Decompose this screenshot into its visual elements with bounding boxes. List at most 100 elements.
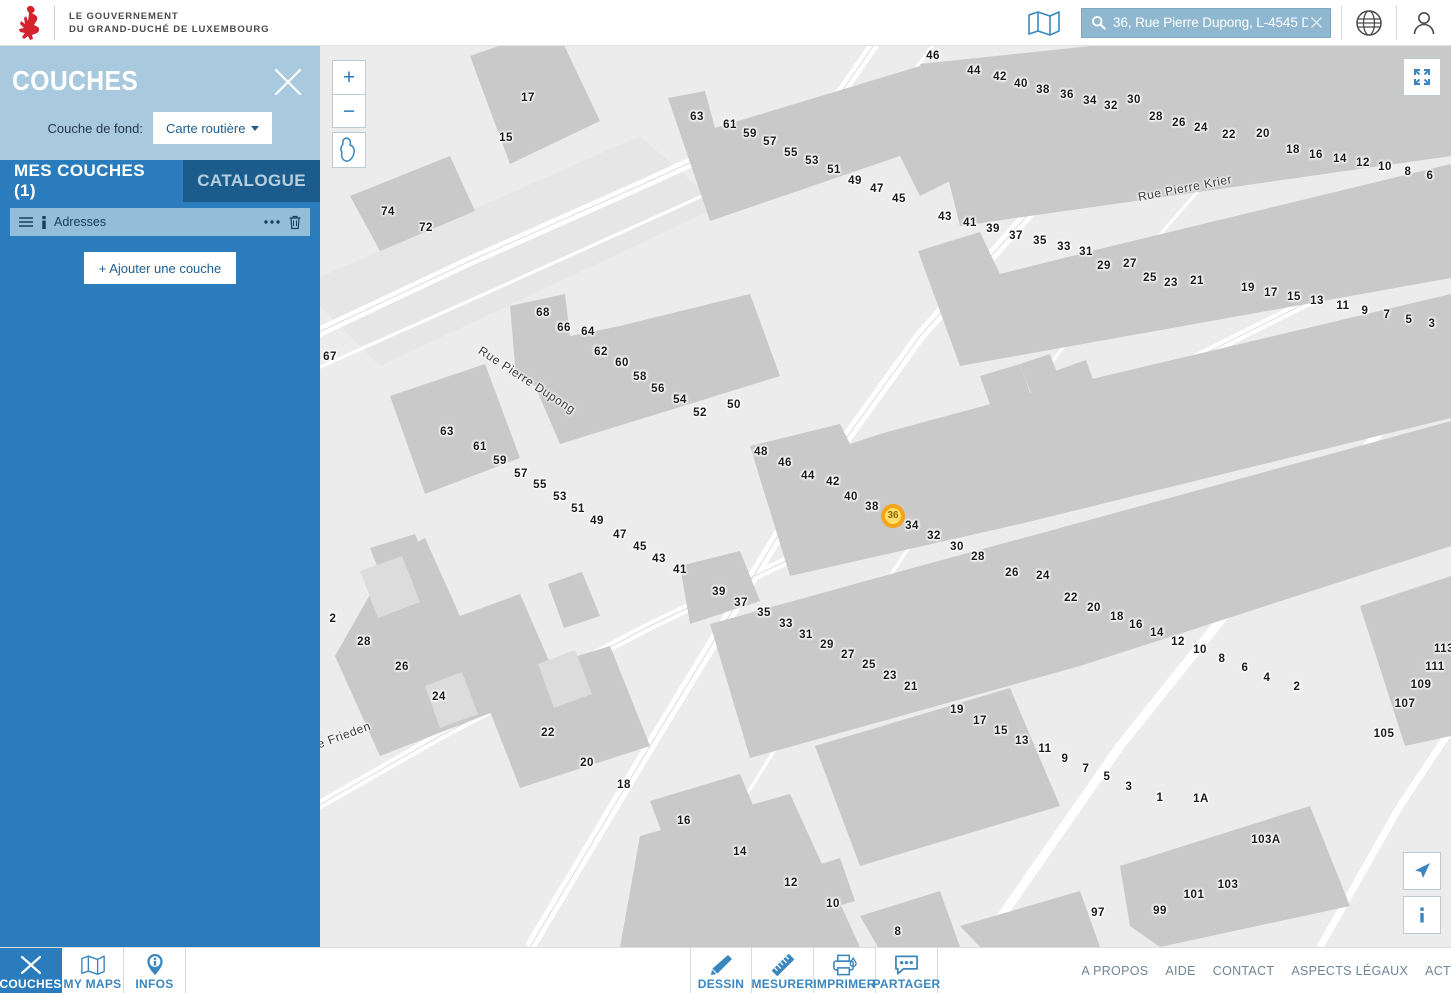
address-number-label: 39	[986, 223, 1000, 235]
app-header: LE GOUVERNEMENT DU GRAND-DUCHÉ DE LUXEMB…	[0, 0, 1451, 46]
gov-wordmark: LE GOUVERNEMENT DU GRAND-DUCHÉ DE LUXEMB…	[69, 10, 269, 36]
address-number-label: 17	[973, 715, 987, 727]
footer-link[interactable]: ASPECTS LÉGAUX	[1291, 964, 1408, 978]
background-layer-select[interactable]: Carte routière	[153, 112, 272, 144]
address-number-label: 29	[820, 639, 834, 651]
address-number-label: 21	[904, 681, 918, 693]
zoom-in-label: +	[343, 67, 355, 88]
language-button[interactable]	[1342, 0, 1396, 46]
address-number-label: 63	[440, 426, 454, 438]
address-number-label: 43	[938, 211, 952, 223]
map-info-button[interactable]	[1403, 896, 1441, 934]
address-number-label: 10	[826, 898, 840, 910]
address-number-label: 111	[1425, 661, 1444, 673]
footer-button-imprimer[interactable]: IMPRIMER	[814, 948, 876, 993]
address-number-label: 6	[1427, 170, 1434, 182]
tab-mes-couches[interactable]: MES COUCHES (1)	[0, 160, 183, 202]
address-number-label: 105	[1374, 728, 1395, 740]
address-number-label: 16	[677, 815, 691, 827]
zoom-out-label: −	[343, 101, 355, 122]
background-layer-label: Couche de fond:	[48, 121, 143, 136]
address-number-label: 55	[533, 479, 547, 491]
ellipsis-icon[interactable]	[263, 219, 281, 225]
address-number-label: 22	[541, 727, 555, 739]
address-number-label: 8	[1219, 653, 1226, 665]
search-input[interactable]	[1113, 9, 1308, 37]
address-number-label: 9	[1062, 753, 1069, 765]
background-layer-value: Carte routière	[166, 121, 245, 136]
layers-tabs: MES COUCHES (1) CATALOGUE	[0, 160, 320, 202]
footer-button-dessin[interactable]: DESSIN	[690, 948, 752, 993]
globe-icon	[1354, 8, 1384, 38]
address-number-label: 2	[1294, 681, 1301, 693]
address-number-label: 51	[827, 164, 841, 176]
address-number-label: 52	[693, 407, 707, 419]
footer-button-infos[interactable]: INFOS	[124, 948, 186, 993]
fullscreen-button[interactable]	[1403, 58, 1441, 96]
footer-link[interactable]: CONTACT	[1213, 964, 1275, 978]
address-number-label: 63	[690, 111, 704, 123]
map-canvas[interactable]: Rue Pierre KrierRue Pierre Duponge Fried…	[320, 46, 1451, 947]
footer-button-my-maps[interactable]: MY MAPS	[62, 948, 124, 993]
ruler-icon	[771, 954, 795, 976]
add-layer-button[interactable]: + Ajouter une couche	[84, 252, 237, 284]
geolocate-button[interactable]	[1403, 852, 1441, 890]
trash-icon[interactable]	[288, 215, 302, 230]
address-number-label: 42	[826, 476, 840, 488]
address-number-label: 1A	[1193, 793, 1209, 805]
page-title: COUCHES	[12, 65, 138, 97]
address-number-label: 8	[1405, 166, 1412, 178]
user-icon	[1409, 8, 1439, 38]
layers-panel: COUCHES Couche de fond: Carte routière M…	[0, 46, 320, 947]
address-number-label: 44	[967, 65, 981, 77]
my-maps-header-button[interactable]	[1017, 0, 1071, 46]
address-number-label: 17	[521, 92, 535, 104]
address-number-label: 22	[1064, 592, 1078, 604]
zoom-to-luxembourg-button[interactable]	[332, 132, 366, 168]
address-number-label: 61	[473, 441, 487, 453]
address-number-label: 46	[778, 457, 792, 469]
address-number-label: 37	[734, 597, 748, 609]
address-number-label: 5	[1104, 771, 1111, 783]
close-panel-button[interactable]	[272, 66, 304, 103]
footer-link[interactable]: ACT	[1425, 964, 1451, 978]
selected-address-marker[interactable]: 36	[881, 504, 905, 528]
footer-button-couches[interactable]: COUCHES	[0, 948, 62, 993]
address-number-label: 42	[993, 71, 1007, 83]
address-number-label: 23	[883, 670, 897, 682]
account-button[interactable]	[1397, 0, 1451, 46]
info-icon	[1412, 905, 1432, 925]
address-number-label: 107	[1395, 698, 1416, 710]
address-number-label: 27	[1123, 258, 1137, 270]
address-number-label: 68	[536, 307, 550, 319]
footer-link[interactable]: AIDE	[1165, 964, 1195, 978]
footer-button-mesurer[interactable]: MESURER	[752, 948, 814, 993]
selected-address-label: 36	[887, 511, 898, 521]
chevron-down-icon	[251, 126, 259, 131]
address-number-label: 38	[1036, 84, 1050, 96]
close-icon[interactable]	[1308, 16, 1330, 29]
address-number-label: 18	[1286, 144, 1300, 156]
address-number-label: 31	[1079, 246, 1093, 258]
zoom-in-button[interactable]: +	[332, 60, 366, 94]
address-number-label: 30	[950, 541, 964, 553]
pencil-icon	[709, 954, 733, 976]
address-number-label: 43	[652, 553, 666, 565]
address-number-label: 20	[1087, 602, 1101, 614]
address-number-label: 26	[395, 661, 409, 673]
footer-link[interactable]: A PROPOS	[1081, 964, 1148, 978]
address-number-label: 5	[1406, 314, 1413, 326]
zoom-out-button[interactable]: −	[332, 94, 366, 128]
footer-button-partager[interactable]: PARTAGER	[876, 948, 938, 993]
tab-catalogue[interactable]: CATALOGUE	[183, 160, 320, 202]
address-number-label: 39	[712, 586, 726, 598]
address-number-label: 34	[1083, 95, 1097, 107]
hamburger-drag-icon[interactable]	[18, 216, 34, 228]
address-number-label: 18	[1110, 611, 1124, 623]
search-box[interactable]	[1081, 8, 1331, 38]
tab-catalogue-label: CATALOGUE	[197, 171, 306, 191]
layer-item-adresses[interactable]: Adresses	[10, 208, 310, 236]
address-number-label: 15	[499, 132, 513, 144]
info-icon[interactable]	[41, 216, 47, 229]
speech-bubble-icon	[894, 954, 919, 976]
